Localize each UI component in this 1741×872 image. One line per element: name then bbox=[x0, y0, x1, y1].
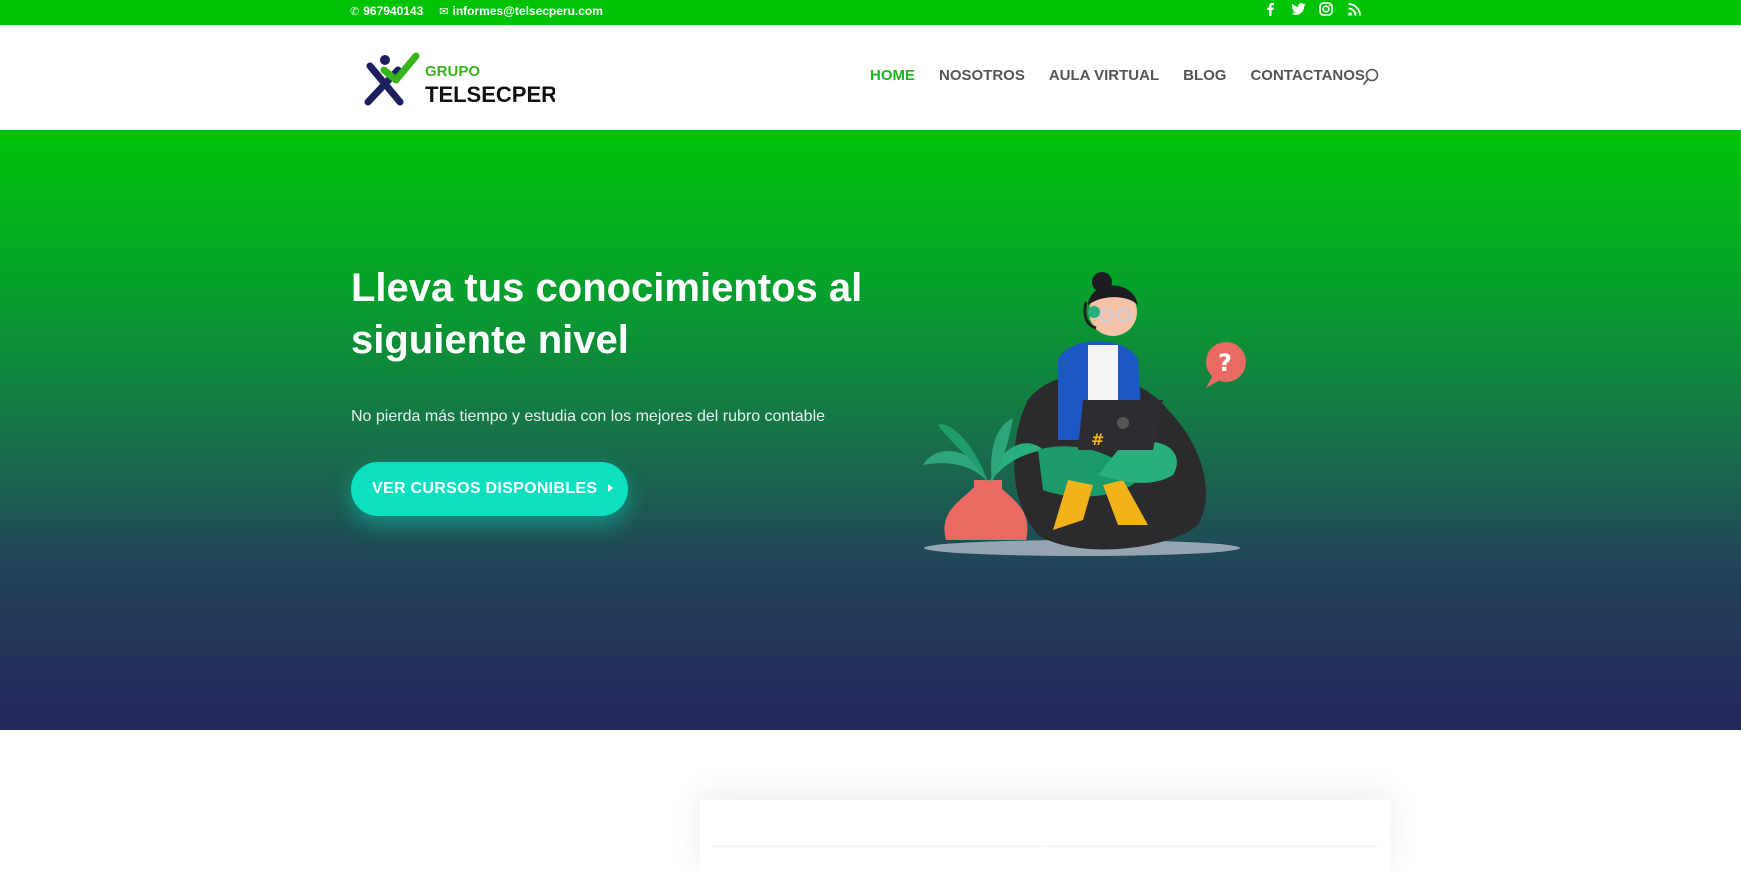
email-address: informes@telsecperu.com bbox=[452, 4, 603, 18]
main-nav: HOME NOSOTROS AULA VIRTUAL BLOG CONTACTA… bbox=[870, 67, 1365, 84]
hero-bottom-wave bbox=[0, 630, 1741, 730]
social-links bbox=[1262, 0, 1362, 18]
phone-link[interactable]: ✆ 967940143 bbox=[350, 4, 423, 18]
site-logo[interactable]: GRUPO TELSECPERU bbox=[360, 40, 573, 115]
hero-subtitle: No pierda más tiempo y estudia con los m… bbox=[351, 408, 826, 425]
email-link[interactable]: ✉ informes@telsecperu.com bbox=[439, 4, 603, 18]
view-courses-button[interactable]: VER CURSOS DISPONIBLES bbox=[351, 462, 628, 516]
caret-right-icon bbox=[607, 480, 614, 498]
facebook-icon[interactable] bbox=[1262, 1, 1278, 17]
phone-icon: ✆ bbox=[350, 5, 360, 18]
view-courses-label: VER CURSOS DISPONIBLES bbox=[372, 480, 598, 497]
svg-text:#: # bbox=[1091, 430, 1104, 449]
envelope-icon: ✉ bbox=[439, 5, 449, 18]
twitter-icon[interactable] bbox=[1290, 1, 1306, 17]
course-card[interactable] bbox=[712, 846, 1044, 872]
hero-section: Lleva tus conocimientos al siguiente niv… bbox=[0, 130, 1741, 730]
svg-text:?: ? bbox=[1218, 349, 1232, 377]
top-bar: ✆ 967940143 ✉ informes@telsecperu.com bbox=[0, 0, 1741, 25]
logo-line2: TELSECPERU bbox=[425, 82, 555, 107]
student-illustration: # ? bbox=[918, 250, 1258, 570]
nav-nosotros[interactable]: NOSOTROS bbox=[939, 67, 1025, 84]
phone-number: 967940143 bbox=[363, 4, 424, 18]
hero-title: Lleva tus conocimientos al siguiente niv… bbox=[351, 266, 863, 362]
contact-info: ✆ 967940143 ✉ informes@telsecperu.com bbox=[350, 2, 603, 20]
nav-aula-virtual[interactable]: AULA VIRTUAL bbox=[1049, 67, 1159, 84]
nav-home[interactable]: HOME bbox=[870, 67, 915, 84]
site-header: GRUPO TELSECPERU HOME NOSOTROS AULA VIRT… bbox=[0, 25, 1741, 130]
rss-icon[interactable] bbox=[1346, 1, 1362, 17]
nav-contactanos[interactable]: CONTACTANOS bbox=[1250, 67, 1364, 84]
logo-line1: GRUPO bbox=[425, 63, 480, 80]
search-icon[interactable] bbox=[1362, 68, 1380, 86]
course-card[interactable] bbox=[1046, 846, 1378, 872]
nav-blog[interactable]: BLOG bbox=[1183, 67, 1226, 84]
instagram-icon[interactable] bbox=[1318, 1, 1334, 17]
